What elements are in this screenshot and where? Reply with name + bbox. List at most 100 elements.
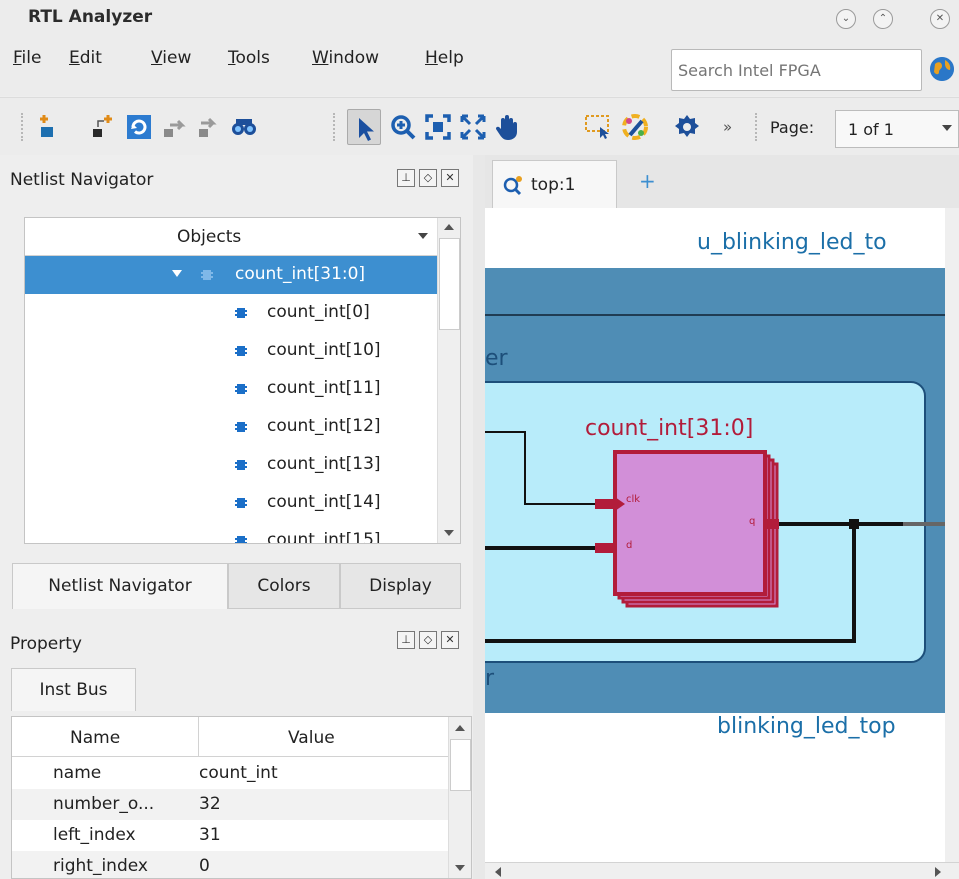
schematic-search-icon (503, 176, 522, 196)
scroll-down-icon[interactable] (455, 865, 465, 871)
window-title: RTL Analyzer (28, 7, 153, 27)
scroll-up-icon[interactable] (455, 725, 465, 731)
close-panel-icon[interactable]: ✕ (441, 169, 459, 187)
forward-icon[interactable] (195, 113, 223, 141)
scroll-left-icon[interactable] (495, 867, 501, 877)
chevron-down-icon (942, 125, 952, 131)
tree-item[interactable]: count_int[10] (25, 332, 437, 370)
property-table[interactable]: Name Value name count_int number_o... 32… (11, 716, 472, 879)
tree-scrollbar[interactable] (437, 218, 460, 543)
minimize-icon[interactable]: ⌄ (836, 9, 856, 29)
float-icon[interactable]: ◇ (419, 169, 437, 187)
property-scrollbar[interactable] (448, 717, 471, 878)
panel-splitter[interactable] (473, 155, 485, 879)
junction-dot (849, 519, 859, 529)
pin-icon[interactable]: ⊥ (397, 169, 415, 187)
fit-icon[interactable] (424, 113, 452, 141)
marquee-icon[interactable] (584, 113, 612, 141)
partial-label-2: r (485, 666, 495, 691)
select-icon (359, 118, 374, 141)
tree-item[interactable]: count_int[14] (25, 484, 437, 522)
property-row[interactable]: number_o... 32 (12, 789, 448, 820)
tab-display[interactable]: Display (340, 563, 461, 609)
add-child-icon[interactable] (90, 113, 118, 141)
canvas-hscrollbar[interactable] (485, 862, 959, 879)
scroll-down-icon[interactable] (444, 530, 454, 536)
toolbar-overflow[interactable]: » (723, 118, 732, 136)
tab-colors[interactable]: Colors (228, 563, 340, 609)
add-icon[interactable] (36, 113, 64, 141)
toolbar-grip (755, 113, 759, 141)
tab-inst-bus[interactable]: Inst Bus (11, 668, 136, 711)
objects-column-header[interactable]: Objects (25, 218, 437, 256)
tab-netlist-navigator[interactable]: Netlist Navigator (12, 563, 228, 609)
zoom-icon[interactable] (389, 113, 417, 141)
netlist-tree[interactable]: Objects count_int[31:0] count_int[0] cou… (24, 217, 461, 544)
menu-edit[interactable]: Edit (69, 48, 102, 68)
net-icon (235, 308, 247, 318)
property-table-header: Name Value (12, 717, 448, 757)
tree-item[interactable]: count_int[13] (25, 446, 437, 484)
chevron-down-icon (418, 233, 428, 239)
menu-tools[interactable]: Tools (228, 48, 270, 68)
collapse-arrow-icon[interactable] (172, 270, 182, 277)
back-icon[interactable] (160, 113, 188, 141)
net-icon (235, 422, 247, 432)
tab-top-1[interactable]: top:1 (492, 160, 617, 208)
register-label: count_int[31:0] (585, 416, 754, 441)
pin-icon[interactable]: ⊥ (397, 631, 415, 649)
menu-file[interactable]: File (13, 48, 41, 68)
property-row[interactable]: name count_int (12, 758, 448, 789)
net-icon (235, 460, 247, 470)
page-select[interactable]: 1 of 1 (835, 110, 959, 148)
find-icon[interactable] (230, 113, 258, 141)
close-icon[interactable]: ✕ (930, 9, 950, 29)
scroll-right-icon[interactable] (935, 867, 941, 877)
toolbar-grip (21, 113, 25, 141)
globe-icon[interactable] (930, 57, 954, 81)
pin-clk-label: clk (626, 494, 641, 505)
toolbar-grip (333, 113, 337, 141)
schematic-canvas[interactable]: u_blinking_led_to er r count_int[31:0] c… (485, 208, 959, 862)
select-button[interactable] (347, 109, 381, 145)
tree-item[interactable]: count_int[12] (25, 408, 437, 446)
scroll-thumb[interactable] (450, 739, 471, 791)
page-label: Page: (770, 118, 815, 137)
net-icon (235, 536, 247, 543)
partial-label: er (485, 346, 508, 371)
menu-help[interactable]: Help (425, 48, 464, 68)
pin-q-label: q (749, 516, 756, 527)
scroll-up-icon[interactable] (444, 224, 454, 230)
property-row[interactable]: left_index 31 (12, 820, 448, 851)
maximize-icon[interactable]: ⌃ (873, 9, 893, 29)
close-panel-icon[interactable]: ✕ (441, 631, 459, 649)
colors-icon[interactable] (621, 113, 649, 141)
search-box[interactable] (671, 49, 922, 91)
column-header-name[interactable]: Name (70, 728, 120, 748)
bus-icon (201, 270, 213, 280)
module-label-top: u_blinking_led_to (697, 230, 887, 255)
tree-item[interactable]: count_int[15] (25, 522, 437, 543)
settings-icon[interactable] (673, 113, 701, 141)
scroll-thumb[interactable] (439, 238, 460, 330)
tree-item[interactable]: count_int[31:0] (25, 256, 437, 294)
property-title: Property (10, 634, 82, 654)
fullscreen-icon[interactable] (459, 113, 487, 141)
menu-view[interactable]: View (151, 48, 191, 68)
tree-item[interactable]: count_int[0] (25, 294, 437, 332)
search-input[interactable] (678, 61, 908, 80)
net-icon (235, 384, 247, 394)
float-icon[interactable]: ◇ (419, 631, 437, 649)
pin-d-label: d (626, 540, 633, 551)
column-header-value[interactable]: Value (288, 728, 335, 748)
net-icon (235, 498, 247, 508)
module-label-bottom: blinking_led_top (717, 714, 896, 739)
refresh-icon[interactable] (125, 113, 153, 141)
add-tab-button[interactable]: + (639, 169, 656, 193)
net-icon (235, 346, 247, 356)
property-row[interactable]: right_index 0 (12, 851, 448, 878)
menu-window[interactable]: Window (312, 48, 379, 68)
tree-item[interactable]: count_int[11] (25, 370, 437, 408)
netlist-navigator-title: Netlist Navigator (10, 170, 154, 190)
pan-icon[interactable] (494, 113, 522, 141)
